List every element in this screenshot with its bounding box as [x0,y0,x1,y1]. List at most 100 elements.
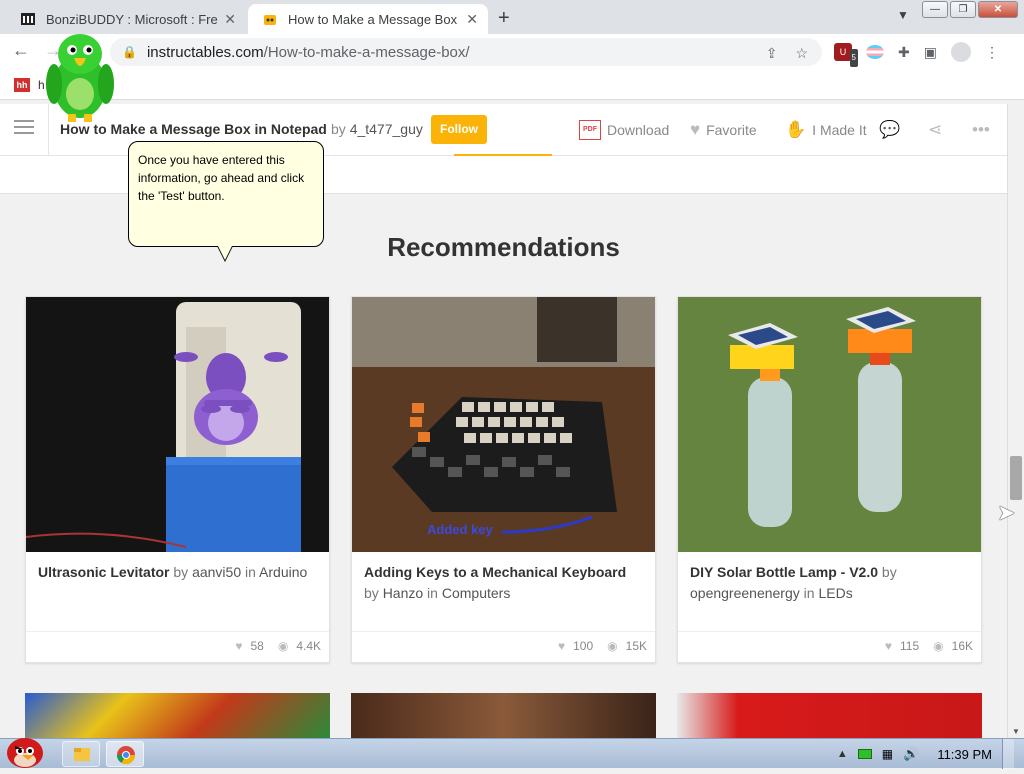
image-caption: Added key [427,522,494,537]
card-title[interactable]: Ultrasonic Levitator [38,564,169,580]
project-thumbnail[interactable]: Added key [352,297,655,552]
project-thumbnail[interactable] [26,297,329,552]
window-controls: — ❐ ✕ [922,1,1018,18]
taskbar-chrome-icon[interactable] [106,741,144,767]
tab-strip: BonziBUDDY : Microsoft : Free ✕ How to M… [0,0,1024,34]
tab-bonzibuddy[interactable]: BonziBUDDY : Microsoft : Free ✕ [6,4,246,34]
byline: by 4_t477_guy [331,121,423,137]
browser-toolbar: ← → 🔒 instructables.com/How-to-make-a-me… [0,34,1024,70]
mouse-pointer-icon: ➤ [997,500,1016,525]
download-label: Download [607,122,670,138]
new-tab-button[interactable]: + [498,7,510,30]
card-title[interactable]: Adding Keys to a Mechanical Keyboard [364,564,626,580]
by-label: by [331,121,346,137]
network-icon[interactable]: ▦ [882,747,893,761]
more-options-button[interactable]: ••• [972,120,990,140]
by-label: by [364,585,379,601]
ublock-shield-icon[interactable]: U5 [834,43,858,67]
minimize-button[interactable]: — [922,1,948,18]
eye-icon: ◉ [933,639,944,653]
bookmarks-bar: hh h [0,70,1024,100]
back-arrow-icon[interactable]: ← [12,40,30,61]
made-it-label: I Made It [812,122,867,138]
show-hidden-icons-icon[interactable]: ▲ [837,748,848,760]
share-icon[interactable]: ⇪ [766,45,778,62]
card-title[interactable]: DIY Solar Bottle Lamp - V2.0 [690,564,878,580]
favorite-button[interactable]: ♥ Favorite [690,120,757,140]
card-author[interactable]: opengreenenergy [690,585,800,601]
comments-icon: 💬 [879,120,901,139]
assistant-speech-bubble: Once you have entered this information, … [128,141,324,262]
taskbar-explorer-icon[interactable] [62,741,100,767]
museum-icon [20,11,36,27]
tab-title: How to Make a Message Box i [288,11,460,27]
heart-icon: ♥ [558,639,566,653]
bubble-tail-fill [218,246,232,260]
card-category[interactable]: Computers [442,585,510,601]
recommendation-card[interactable]: Ultrasonic Levitator by aanvi50 in Ardui… [25,296,330,663]
hamburger-menu-icon[interactable] [14,120,34,136]
card-divider [26,631,329,632]
in-label: in [427,585,438,601]
puzzle-extensions-icon[interactable]: ✚ [898,44,910,61]
recommendation-card-thumbnail[interactable] [351,693,656,738]
follow-button[interactable]: Follow [431,115,487,144]
bookmark-star-icon[interactable]: ☆ [795,45,808,62]
flag-extension-icon[interactable] [866,45,884,59]
card-author[interactable]: aanvi50 [192,564,241,580]
close-window-button[interactable]: ✕ [978,1,1018,18]
heart-icon: ♥ [690,120,701,139]
restore-button[interactable]: ❐ [950,1,976,18]
favorite-label: Favorite [706,122,757,138]
recommendation-card-thumbnail[interactable] [25,693,330,738]
hh-bookmark-icon[interactable]: hh [14,78,30,92]
lock-icon[interactable]: 🔒 [122,45,137,59]
like-count: 58 [250,639,264,653]
side-panel-icon[interactable]: ▣ [924,44,937,61]
clock[interactable]: 11:39 PM [937,747,992,762]
project-thumbnail[interactable] [678,297,981,552]
author-link[interactable]: 4_t477_guy [350,121,423,137]
card-meta: Adding Keys to a Mechanical Keyboard by … [364,562,643,604]
url-host: instructables.com [146,43,264,61]
orange-button-edge [454,154,552,156]
recommendation-card-thumbnail[interactable] [677,693,982,738]
recommendation-card[interactable]: DIY Solar Bottle Lamp - V2.0 by opengree… [677,296,982,663]
card-stats: ♥ 100 ◉ 15K [558,639,647,653]
card-category[interactable]: LEDs [818,585,852,601]
in-label: in [803,585,815,601]
more-dots-icon: ••• [972,120,990,139]
show-desktop-button[interactable] [1002,739,1014,769]
comments-button[interactable]: 💬 [879,120,900,140]
page-scrollbar[interactable]: ▼ [1007,104,1024,738]
hand-icon: ✋ [785,120,807,139]
scrollbar-thumb[interactable] [1010,456,1022,500]
card-author[interactable]: Hanzo [383,585,423,601]
card-meta: DIY Solar Bottle Lamp - V2.0 by opengree… [690,562,969,604]
taskbar: ▲ ▦ 🔊 11:39 PM [0,738,1024,769]
card-category[interactable]: Arduino [259,564,307,580]
parrot-assistant-icon[interactable] [44,24,116,124]
pdf-icon: PDF [579,120,601,140]
battery-icon[interactable] [857,749,872,759]
i-made-it-button[interactable]: ✋ I Made It [785,120,867,140]
card-stats: ♥ 115 ◉ 16K [885,639,973,653]
recommendation-card[interactable]: Added key Adding Keys to a Mechanical Ke… [351,296,656,663]
tab-instructables[interactable]: How to Make a Message Box i ✕ [248,4,488,34]
close-tab-icon[interactable]: ✕ [466,11,478,28]
scroll-down-arrow-icon[interactable]: ▼ [1012,727,1020,736]
profile-avatar[interactable] [950,42,971,62]
close-tab-icon[interactable]: ✕ [224,11,236,28]
download-button[interactable]: PDF Download [579,120,669,140]
in-label: in [245,564,256,580]
tab-search-chevron-icon[interactable]: ▼ [897,8,909,22]
heart-icon: ♥ [884,639,893,653]
start-button-angry-bird-icon[interactable] [2,731,48,769]
volume-icon[interactable]: 🔊 [903,746,919,762]
share-button[interactable]: ⋖ [928,120,942,140]
card-meta: Ultrasonic Levitator by aanvi50 in Ardui… [38,562,317,583]
view-count: 15K [625,639,647,653]
kebab-menu-icon[interactable]: ⋮ [985,44,999,61]
address-bar[interactable]: 🔒 instructables.com/How-to-make-a-messag… [110,38,822,66]
heart-icon: ♥ [235,639,243,653]
